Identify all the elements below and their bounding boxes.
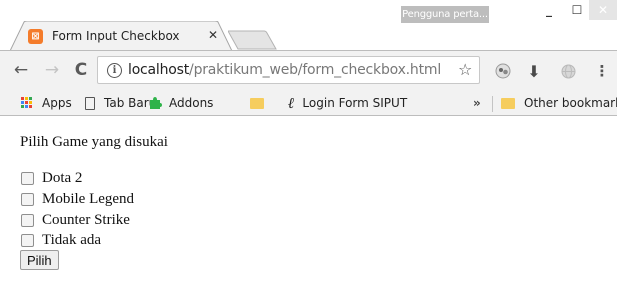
form-heading: Pilih Game yang disukai <box>20 134 168 150</box>
browser-toolbar: ← → C i localhost/praktikum_web/form_che… <box>0 50 617 89</box>
bookmark-folder[interactable] <box>250 94 273 112</box>
forward-button[interactable]: → <box>41 59 63 81</box>
bookmark-label: Login Form SIPUT <box>302 96 408 110</box>
chrome-menu-icon[interactable]: ⋮ <box>593 62 611 80</box>
checkbox[interactable] <box>21 171 34 185</box>
checkbox-label: Dota 2 <box>42 169 83 186</box>
bookmarks-bar: Apps Tab Baru Addons ℓ Login Form SIPUT … <box>0 89 617 116</box>
globe-extension-icon[interactable] <box>559 63 577 79</box>
url-path: /praktikum_web/form_checkbox.html <box>189 62 442 78</box>
extension-badge-icon <box>495 63 511 79</box>
checkbox-option-tidak-ada[interactable]: Tidak ada <box>21 231 101 249</box>
back-button[interactable]: ← <box>10 59 32 81</box>
page-icon <box>85 96 95 110</box>
checkbox[interactable] <box>21 233 34 247</box>
close-window-button[interactable]: ✕ <box>589 0 617 20</box>
other-bookmarks[interactable]: Other bookmarks <box>501 94 617 112</box>
bookmark-tab-baru[interactable]: Tab Baru <box>85 94 156 112</box>
checkbox[interactable] <box>21 192 34 206</box>
page-content: Pilih Game yang disukai Dota 2 Mobile Le… <box>0 117 617 289</box>
minimize-button[interactable]: _ <box>535 0 563 20</box>
url-text[interactable]: localhost/praktikum_web/form_checkbox.ht… <box>128 62 441 78</box>
checkbox-label: Tidak ada <box>42 231 102 248</box>
tab-title: Form Input Checkbox <box>52 29 180 43</box>
checkbox-label: Counter Strike <box>42 211 130 228</box>
extension-icon[interactable] <box>494 63 512 79</box>
bookmark-login-form-siput[interactable]: ℓ Login Form SIPUT <box>288 94 407 112</box>
active-tab[interactable]: ⊠ Form Input Checkbox ✕ <box>18 22 226 50</box>
address-bar[interactable]: i localhost/praktikum_web/form_checkbox.… <box>97 56 480 84</box>
folder-icon <box>501 97 515 109</box>
checkbox-option-mobile-legend[interactable]: Mobile Legend <box>21 190 134 208</box>
pilih-submit-button[interactable]: Pilih <box>20 250 59 270</box>
xampp-favicon-icon: ⊠ <box>28 28 43 44</box>
reload-button[interactable]: C <box>70 59 92 81</box>
checkbox-label: Mobile Legend <box>42 190 135 207</box>
title-bar: ⊠ Form Input Checkbox ✕ Pengguna perta..… <box>0 0 617 51</box>
checkbox-option-dota-2[interactable]: Dota 2 <box>21 169 82 187</box>
script-l-icon: ℓ <box>288 93 295 112</box>
profile-badge[interactable]: Pengguna perta... <box>401 6 489 23</box>
maximize-button[interactable]: ☐ <box>563 0 591 20</box>
apps-grid-icon <box>21 97 33 109</box>
new-tab-button[interactable] <box>228 30 278 50</box>
tab-close-icon[interactable]: ✕ <box>208 28 218 42</box>
info-icon[interactable]: i <box>107 62 122 78</box>
bookmark-star-icon[interactable]: ☆ <box>458 60 472 79</box>
other-bookmarks-label: Other bookmarks <box>524 96 617 110</box>
bookmark-label: Apps <box>42 96 72 110</box>
bookmarks-divider <box>492 96 493 112</box>
checkbox[interactable] <box>21 213 34 227</box>
url-host: localhost <box>128 62 190 78</box>
puzzle-icon <box>150 97 162 109</box>
download-icon[interactable]: ⬇ <box>525 62 543 81</box>
folder-icon <box>250 97 264 109</box>
globe-icon <box>561 64 575 78</box>
bookmark-label: Addons <box>169 96 214 110</box>
checkbox-option-counter-strike[interactable]: Counter Strike <box>21 211 130 229</box>
bookmarks-overflow-chevron-icon[interactable]: » <box>473 94 481 112</box>
bookmark-addons[interactable]: Addons <box>148 94 213 112</box>
bookmark-apps[interactable]: Apps <box>21 94 72 112</box>
